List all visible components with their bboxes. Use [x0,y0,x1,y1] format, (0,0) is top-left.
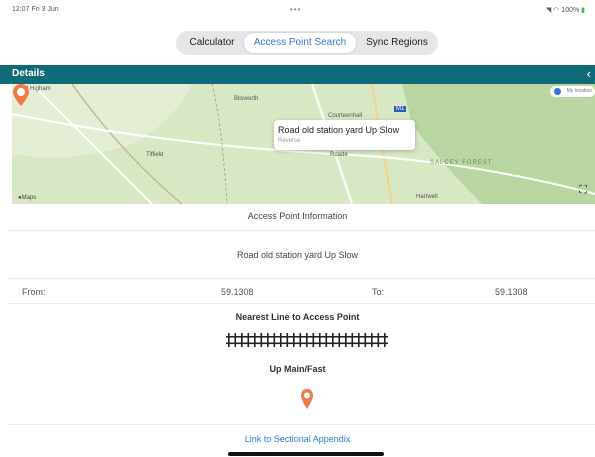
tab-segmented-control: Calculator Access Point Search Sync Regi… [176,31,438,55]
details-header: Details ‹ [0,65,595,84]
battery-icon: ▮ [579,7,585,14]
access-point-name: Road old station yard Up Slow [236,250,359,260]
status-right: ◥ ◠ 100% ▮ [546,6,585,14]
map-label-blisworth: Blisworth [234,96,259,102]
multitask-dots[interactable]: ••• [290,5,301,14]
tab-sync-regions[interactable]: Sync Regions [358,33,436,53]
map-pin-icon[interactable] [12,84,30,106]
callout-subtitle: Reverse [278,138,301,144]
maps-logo: ●Maps [18,195,37,201]
tab-calculator[interactable]: Calculator [180,33,244,53]
map-label-salcey-forest: SALCEY FOREST [430,160,493,166]
home-indicator[interactable] [228,452,384,456]
from-value: 59.1308 [221,287,254,297]
map-label-roade: Roade [330,152,348,158]
map-callout[interactable]: Road old station yard Up Slow Reverse [274,120,415,150]
status-time: 12:07 Fri 3 Jun [12,6,59,13]
details-title: Details [12,68,45,79]
from-label: From: [22,287,46,297]
divider [8,424,595,425]
battery-percent: 100% [561,7,580,14]
expand-map-icon[interactable]: ⛶ [579,184,587,197]
divider [8,278,595,279]
map-label-hartwell: Hartwell [416,194,438,200]
sectional-appendix-link[interactable]: Link to Sectional Appendix [0,434,595,444]
map-label-courteenhall: Courteenhall [328,113,363,119]
status-bar: 12:07 Fri 3 Jun ••• ◥ ◠ 100% ▮ [0,0,595,20]
tab-access-point-search[interactable]: Access Point Search [244,33,356,53]
nearest-line-title: Nearest Line to Access Point [235,312,360,322]
line-name: Up Main/Fast [269,364,326,374]
to-label: To: [372,287,385,297]
chevron-left-icon[interactable]: ‹ [587,66,591,81]
wifi-icon: ◥ ◠ [545,7,562,14]
location-dot-icon [554,88,561,95]
to-value: 59.1308 [495,287,528,297]
callout-title: Road old station yard Up Slow [278,125,400,135]
map-road-badge: M1 [394,106,407,112]
divider [8,230,595,231]
map-label-tiffield: Tiffield [146,152,164,158]
railway-track-icon [226,333,388,347]
location-button[interactable]: My location [550,86,595,97]
section-title-access-point-info: Access Point Information [247,211,348,221]
map-view[interactable]: Cold Higham Blisworth Courteenhall M1 Ti… [12,84,595,204]
access-point-marker-icon [301,389,313,409]
divider [8,303,595,304]
